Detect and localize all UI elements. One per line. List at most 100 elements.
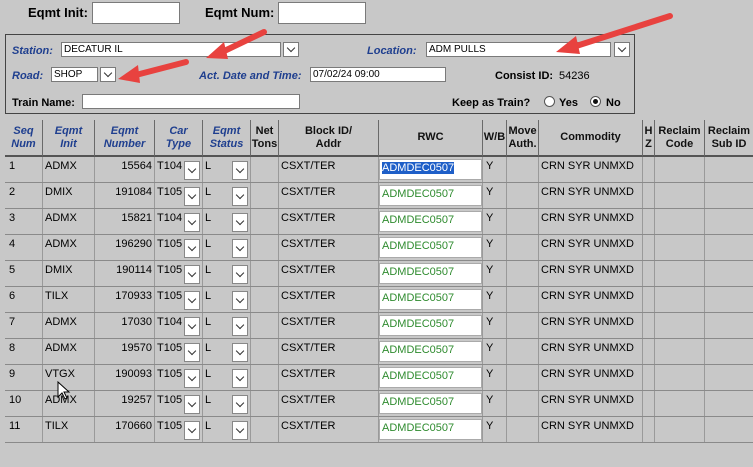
hz-cell [643, 365, 655, 390]
rwc-input[interactable]: ADMDEC0507 [379, 341, 482, 362]
car-type-dropdown[interactable] [184, 239, 200, 258]
eqmt-status-value: L [205, 264, 212, 276]
act-date-input[interactable]: 07/02/24 09:00 [310, 67, 446, 82]
eqmt-status-cell: L [203, 417, 251, 442]
table-row: 1 ADMX 15564 T104 L CSXT/TER ADMDEC0507 Y CRN SY… [5, 157, 753, 183]
wb-cell: Y [483, 365, 507, 390]
car-type-dropdown[interactable] [184, 317, 200, 336]
hz-cell [643, 391, 655, 416]
eqmt-number-cell: 170660 [95, 417, 155, 442]
eqmt-status-value: L [205, 316, 212, 328]
rwc-cell: ADMDEC0507 [379, 339, 483, 364]
rwc-input[interactable]: ADMDEC0507 [379, 315, 482, 336]
rwc-input[interactable]: ADMDEC0507 [379, 367, 482, 388]
car-type-dropdown[interactable] [184, 369, 200, 388]
eqmt-status-dropdown[interactable] [232, 421, 248, 440]
eqmt-status-dropdown[interactable] [232, 161, 248, 180]
chevron-down-icon [187, 398, 197, 408]
reclaim-code-cell [655, 365, 705, 390]
car-type-dropdown[interactable] [184, 187, 200, 206]
reclaim-code-cell [655, 209, 705, 234]
car-type-dropdown[interactable] [184, 213, 200, 232]
chevron-down-icon [187, 424, 197, 434]
block-id-cell: CSXT/TER [279, 339, 379, 364]
net-tons-cell [251, 183, 279, 208]
commodity-cell: CRN SYR UNMXD [539, 261, 643, 286]
eqmt-status-dropdown[interactable] [232, 343, 248, 362]
eqmt-status-dropdown[interactable] [232, 317, 248, 336]
rwc-input[interactable]: ADMDEC0507 [379, 263, 482, 284]
rwc-input[interactable]: ADMDEC0507 [379, 159, 482, 180]
rwc-input[interactable]: ADMDEC0507 [379, 185, 482, 206]
eqmt-status-dropdown[interactable] [232, 291, 248, 310]
block-id-cell: CSXT/TER [279, 287, 379, 312]
rwc-input[interactable]: ADMDEC0507 [379, 393, 482, 414]
eqmt-status-dropdown[interactable] [232, 395, 248, 414]
table-row: 5 DMIX 190114 T105 L CSXT/TER ADMDEC0507 Y CRN S… [5, 261, 753, 287]
rwc-input[interactable]: ADMDEC0507 [379, 237, 482, 258]
table-row: 2 DMIX 191084 T105 L CSXT/TER ADMDEC0507 Y CRN S… [5, 183, 753, 209]
annotation-arrow-road [118, 59, 189, 83]
car-type-dropdown[interactable] [184, 161, 200, 180]
header-commodity: Commodity [539, 120, 643, 157]
chevron-down-icon [103, 68, 113, 78]
eqmt-num-input[interactable] [278, 2, 366, 24]
eqmt-number-cell: 196290 [95, 235, 155, 260]
eqmt-status-dropdown[interactable] [232, 369, 248, 388]
rwc-input[interactable]: ADMDEC0507 [379, 211, 482, 232]
car-type-dropdown[interactable] [184, 395, 200, 414]
annotation-arrow-station [206, 29, 267, 59]
reclaim-sub-id-cell [705, 339, 753, 364]
keep-no-radio[interactable] [590, 96, 601, 107]
header-car-type: Car Type [155, 120, 203, 157]
reclaim-code-cell [655, 287, 705, 312]
road-select[interactable]: SHOP [51, 67, 98, 82]
eqmt-status-value: L [205, 160, 212, 172]
eqmt-status-dropdown[interactable] [232, 265, 248, 284]
reclaim-sub-id-cell [705, 209, 753, 234]
seq-num-cell: 9 [5, 365, 43, 390]
move-auth-cell [507, 261, 539, 286]
table-row: 10 ADMX 19257 T105 L CSXT/TER ADMDEC0507 Y CRN S… [5, 391, 753, 417]
eqmt-status-dropdown[interactable] [232, 213, 248, 232]
annotation-arrow-location [556, 13, 673, 54]
eqmt-init-input[interactable] [92, 2, 180, 24]
eqmt-status-value: L [205, 238, 212, 250]
rwc-value: ADMDEC0507 [382, 162, 455, 174]
eqmt-status-dropdown[interactable] [232, 239, 248, 258]
car-type-value: T105 [157, 290, 183, 302]
rwc-cell: ADMDEC0507 [379, 391, 483, 416]
net-tons-cell [251, 235, 279, 260]
eqmt-number-cell: 17030 [95, 313, 155, 338]
station-dropdown-button[interactable] [283, 42, 299, 57]
car-type-value: T105 [157, 394, 183, 406]
eqmt-status-dropdown[interactable] [232, 187, 248, 206]
car-type-dropdown[interactable] [184, 343, 200, 362]
wb-cell: Y [483, 209, 507, 234]
hz-cell [643, 313, 655, 338]
car-type-dropdown[interactable] [184, 291, 200, 310]
car-type-dropdown[interactable] [184, 265, 200, 284]
block-id-cell: CSXT/TER [279, 261, 379, 286]
rwc-cell: ADMDEC0507 [379, 235, 483, 260]
keep-yes-radio[interactable] [544, 96, 555, 107]
seq-num-cell: 1 [5, 157, 43, 182]
commodity-cell: CRN SYR UNMXD [539, 339, 643, 364]
rwc-input[interactable]: ADMDEC0507 [379, 289, 482, 310]
eqmt-status-value: L [205, 212, 212, 224]
eqmt-number-cell: 191084 [95, 183, 155, 208]
chevron-down-icon [235, 216, 245, 226]
train-name-input[interactable] [82, 94, 300, 109]
keep-as-train-label: Keep as Train? [452, 97, 531, 109]
rwc-value: ADMDEC0507 [382, 370, 455, 382]
car-type-dropdown[interactable] [184, 421, 200, 440]
move-auth-cell [507, 209, 539, 234]
block-id-cell: CSXT/TER [279, 157, 379, 182]
table-row: 9 VTGX 190093 T105 L CSXT/TER ADMDEC0507 Y CRN S… [5, 365, 753, 391]
move-auth-cell [507, 365, 539, 390]
car-type-cell: T104 [155, 313, 203, 338]
seq-num-cell: 6 [5, 287, 43, 312]
wb-cell: Y [483, 235, 507, 260]
car-type-cell: T105 [155, 235, 203, 260]
rwc-input[interactable]: ADMDEC0507 [379, 419, 482, 440]
